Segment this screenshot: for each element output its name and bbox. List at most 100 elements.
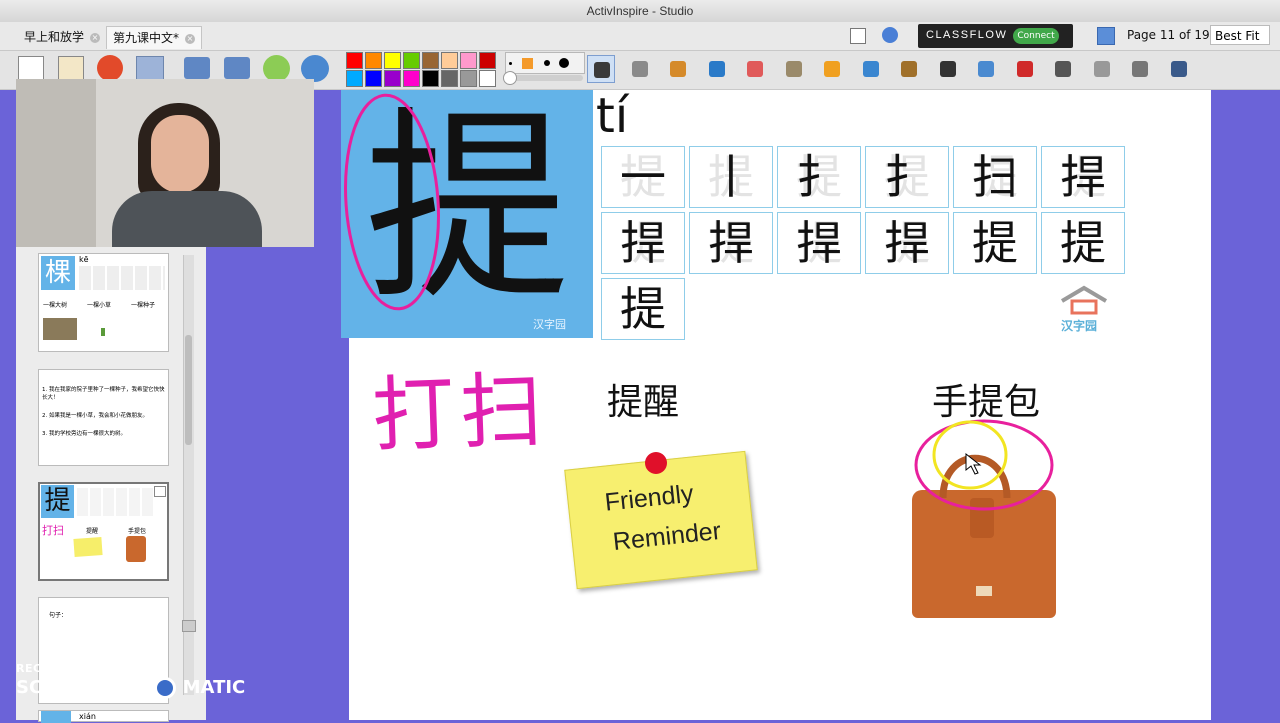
fill-glyph bbox=[785, 61, 802, 77]
color-swatch[interactable] bbox=[441, 52, 458, 69]
presenter-face bbox=[151, 115, 209, 193]
redo-glyph bbox=[1093, 61, 1110, 77]
close-tab-icon[interactable]: × bbox=[90, 32, 101, 43]
no-entry-icon[interactable] bbox=[97, 55, 123, 81]
stroke-step-char: 提 bbox=[1060, 216, 1106, 270]
color-swatch[interactable] bbox=[422, 70, 439, 87]
pen-icon[interactable] bbox=[664, 55, 692, 83]
stroke-step-cell: 提一 bbox=[601, 146, 685, 208]
screencast-watermark: RECORDED WITH SCREENCAST MATIC bbox=[16, 662, 245, 699]
color-swatch[interactable] bbox=[422, 52, 439, 69]
fill-icon[interactable] bbox=[780, 55, 808, 83]
watermark-brand-1: SCREENCAST bbox=[16, 677, 149, 698]
previous-page-icon[interactable] bbox=[184, 57, 210, 79]
tab-label: 早上和放学 bbox=[24, 30, 85, 44]
thumb-phrase: 手提包 bbox=[128, 528, 147, 535]
grid-icon[interactable] bbox=[1097, 27, 1115, 45]
text-glyph bbox=[939, 61, 956, 77]
thumb-phrase: 一棵大树 bbox=[43, 302, 68, 309]
color-swatch[interactable] bbox=[479, 52, 496, 69]
stroke-step-char: 捍 bbox=[708, 216, 754, 270]
color-swatch[interactable] bbox=[403, 52, 420, 69]
stroke-step-char: 捍 bbox=[796, 216, 842, 270]
hanzi-logo: 汉字园 bbox=[1058, 285, 1110, 333]
thumb-phrase: 提醒 bbox=[86, 528, 99, 535]
color-swatch[interactable] bbox=[460, 52, 477, 69]
stroke-step-cell: 提提 bbox=[953, 212, 1037, 274]
screencast-logo-icon bbox=[154, 677, 177, 699]
play-icon[interactable] bbox=[263, 55, 290, 82]
page-icon[interactable] bbox=[1126, 55, 1154, 83]
stroke-step-char: 丨 bbox=[708, 150, 754, 204]
color-swatch[interactable] bbox=[346, 52, 363, 69]
grass-image bbox=[101, 328, 105, 336]
highlighter-icon[interactable] bbox=[703, 55, 731, 83]
thumb-handwritten: 打扫 bbox=[42, 524, 64, 537]
stroke-step-cell: 提捍 bbox=[865, 212, 949, 274]
notes-icon[interactable] bbox=[154, 486, 166, 497]
eraser-glyph bbox=[747, 61, 763, 77]
page-thumbnail-current[interactable]: 提 打扫 提醒 手提包 bbox=[38, 482, 169, 581]
flask-icon[interactable] bbox=[972, 55, 1000, 83]
zoom-select[interactable]: Best Fit bbox=[1210, 25, 1270, 45]
media-icon[interactable] bbox=[895, 55, 923, 83]
pen-width-slider[interactable] bbox=[503, 71, 583, 85]
scroll-down-icon[interactable] bbox=[182, 620, 196, 632]
connector-icon[interactable] bbox=[857, 55, 885, 83]
tab-document-2[interactable]: 第九课中文* × bbox=[106, 26, 203, 49]
stroke-step-char: 扫 bbox=[972, 150, 1018, 204]
hanzi-logo-text: 汉字园 bbox=[533, 318, 566, 331]
eraser-icon[interactable] bbox=[741, 55, 769, 83]
color-swatch[interactable] bbox=[479, 70, 496, 87]
stroke-step-char: 提 bbox=[972, 216, 1018, 270]
color-swatch[interactable] bbox=[384, 70, 401, 87]
hanzi-logo-label: 汉字园 bbox=[1061, 319, 1098, 333]
color-swatch[interactable] bbox=[460, 70, 477, 87]
shapes-icon[interactable] bbox=[818, 55, 846, 83]
reset-icon[interactable] bbox=[1011, 55, 1039, 83]
tools-glyph bbox=[631, 61, 648, 77]
document-tab-bar: 早上和放学 × 第九课中文* × bbox=[0, 22, 1280, 51]
house-logo-icon bbox=[1060, 285, 1108, 315]
next-page-icon[interactable] bbox=[224, 57, 250, 79]
compass-icon[interactable] bbox=[882, 27, 898, 43]
scrollbar-thumb[interactable] bbox=[185, 335, 192, 445]
handwritten-word: 打扫 bbox=[370, 362, 550, 465]
pen-width-selector[interactable] bbox=[505, 52, 585, 74]
color-swatch[interactable] bbox=[441, 70, 458, 87]
color-swatch[interactable] bbox=[365, 52, 382, 69]
color-swatch[interactable] bbox=[403, 70, 420, 87]
thumb-char: 棵 bbox=[41, 256, 75, 290]
vocab-word-reminder: 提醒 bbox=[607, 382, 680, 423]
tab-label: 第九课中文* bbox=[113, 31, 180, 45]
presenter-shirt bbox=[112, 191, 262, 247]
tools-icon[interactable] bbox=[626, 55, 654, 83]
pen-glyph bbox=[670, 61, 686, 77]
connect-button[interactable]: Connect bbox=[1013, 28, 1059, 44]
undo-icon[interactable] bbox=[1049, 55, 1077, 83]
select-icon[interactable] bbox=[587, 55, 615, 83]
color-swatch[interactable] bbox=[384, 52, 401, 69]
page-thumbnail[interactable]: 棵 kē 一棵大树 一棵小草 一棵种子 bbox=[38, 253, 169, 352]
cursor-icon bbox=[965, 452, 982, 475]
close-tab-icon[interactable]: × bbox=[185, 33, 196, 44]
pink-circle-annotation bbox=[344, 93, 440, 311]
pinyin-label: tí bbox=[596, 88, 629, 144]
watermark-line-1: RECORDED WITH bbox=[16, 662, 127, 675]
page-thumbnail[interactable]: 1. 我在我家的院子里种了一棵种子，我希望它快快长大！ 2. 如果我是一棵小草，… bbox=[38, 369, 169, 466]
classflow-panel: CLASSFLOW Connect bbox=[918, 24, 1073, 48]
tab-document-1[interactable]: 早上和放学 × bbox=[18, 26, 106, 48]
text-icon[interactable] bbox=[934, 55, 962, 83]
slider-knob[interactable] bbox=[503, 71, 517, 85]
webcam-overlay bbox=[16, 79, 314, 247]
stroke-step-cell: 提捍 bbox=[777, 212, 861, 274]
page-icon[interactable] bbox=[850, 28, 866, 44]
color-swatch[interactable] bbox=[346, 70, 363, 87]
page-thumbnail[interactable]: xián bbox=[38, 710, 169, 723]
thumb-sentence: 1. 我在我家的院子里种了一棵种子，我希望它快快长大！ bbox=[42, 387, 165, 401]
edit-icon[interactable] bbox=[1165, 55, 1193, 83]
redo-icon[interactable] bbox=[1088, 55, 1116, 83]
select-glyph bbox=[594, 62, 610, 78]
color-swatch[interactable] bbox=[365, 70, 382, 87]
dashboard-icon[interactable] bbox=[301, 55, 329, 82]
